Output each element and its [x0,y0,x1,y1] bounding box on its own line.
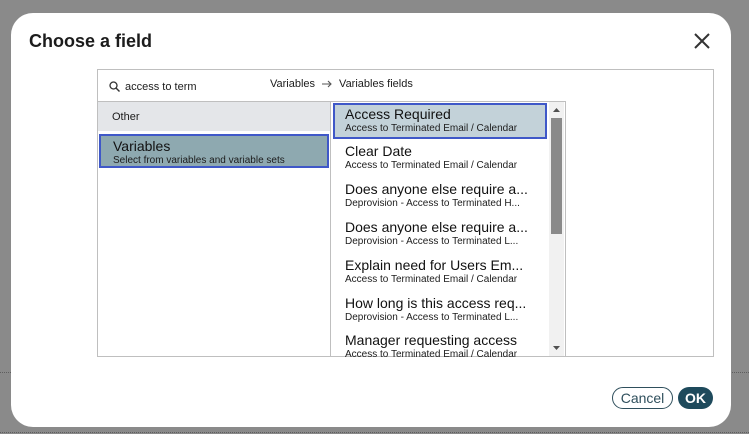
scroll-down-icon[interactable] [551,342,562,353]
field-item-label: How long is this access req... [345,295,527,311]
field-item-access-required[interactable]: Access Required Access to Terminated Ema… [333,103,547,139]
field-item-label: Clear Date [345,143,412,159]
scrollbar-thumb[interactable] [551,118,562,234]
field-item-sublabel: Access to Terminated Email / Calendar [345,160,518,171]
background-divider [0,432,749,433]
field-item-label: Manager requesting access [345,332,517,348]
cancel-button[interactable]: Cancel [612,387,673,409]
dialog-title: Choose a field [29,31,153,51]
category-item-label: Variables [113,138,171,154]
search-icon [109,81,120,92]
field-picker: Variables Variables fields Other Variabl… [97,69,714,357]
field-item-does-anyone-else-l[interactable]: Does anyone else require a... Deprovisio… [333,216,547,252]
field-item-sublabel: Deprovision - Access to Terminated L... [345,236,519,247]
field-list-scrollbar[interactable] [549,102,564,356]
category-header-other: Other [98,102,330,131]
field-item-sublabel: Deprovision - Access to Terminated L... [345,312,519,323]
arrow-right-icon [322,80,332,88]
breadcrumb-item-variables[interactable]: Variables [270,78,315,90]
category-item-sublabel: Select from variables and variable sets [113,155,285,166]
scroll-up-icon[interactable] [551,105,562,116]
breadcrumb-item-variables-fields: Variables fields [339,78,413,90]
field-item-does-anyone-else-h[interactable]: Does anyone else require a... Deprovisio… [333,178,547,214]
ok-button[interactable]: OK [678,387,713,409]
field-item-label: Does anyone else require a... [345,219,528,235]
field-item-label: Access Required [345,106,451,122]
field-item-sublabel: Access to Terminated Email / Calendar [345,274,518,285]
field-item-sublabel: Access to Terminated Email / Calendar [345,349,518,357]
field-item-how-long[interactable]: How long is this access req... Deprovisi… [333,292,547,328]
breadcrumb: Variables Variables fields [270,78,413,90]
field-item-label: Does anyone else require a... [345,181,528,197]
field-item-clear-date[interactable]: Clear Date Access to Terminated Email / … [333,140,547,176]
field-item-label: Explain need for Users Em... [345,257,524,273]
close-icon[interactable] [692,31,712,51]
field-item-sublabel: Deprovision - Access to Terminated H... [345,198,520,209]
field-item-explain-need[interactable]: Explain need for Users Em... Access to T… [333,254,547,290]
field-item-manager-requesting[interactable]: Manager requesting access Access to Term… [333,329,547,357]
field-item-sublabel: Access to Terminated Email / Calendar [345,123,518,134]
category-list: Other Variables Select from variables an… [98,101,331,357]
category-item-variables[interactable]: Variables Select from variables and vari… [99,134,329,168]
choose-field-dialog: Choose a field Variables Variables field… [11,13,731,427]
field-list: Access Required Access to Terminated Ema… [331,101,566,357]
